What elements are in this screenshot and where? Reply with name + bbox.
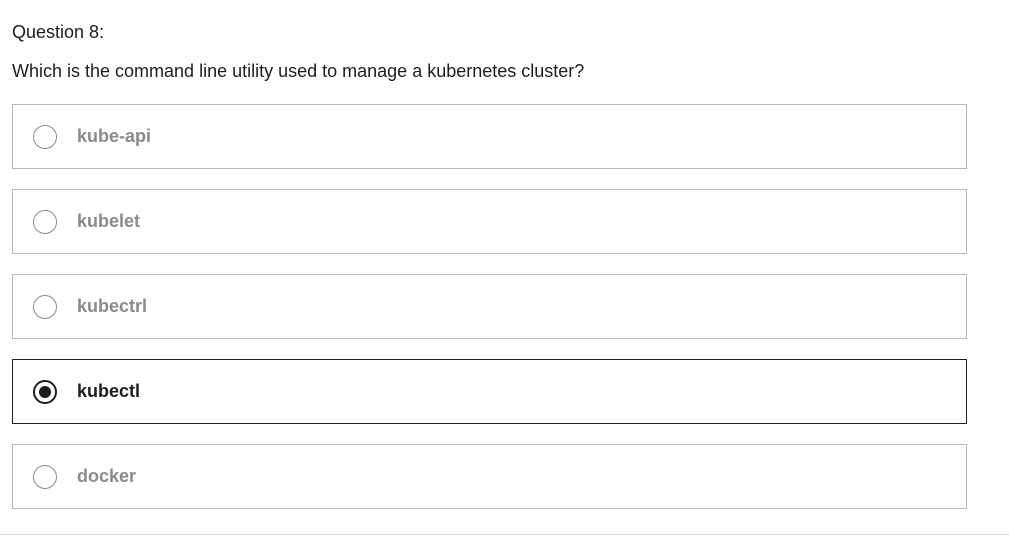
radio-button[interactable]	[33, 124, 57, 149]
radio-button[interactable]	[33, 464, 57, 489]
answer-option-kubelet[interactable]: kubelet	[12, 189, 967, 254]
answer-option-kube-api[interactable]: kube-api	[12, 104, 967, 169]
answer-option-label: kubectrl	[77, 296, 148, 316]
answer-option-docker[interactable]: docker	[12, 444, 967, 509]
question-text: Which is the command line utility used t…	[12, 61, 585, 81]
answer-option-label: kubelet	[77, 211, 141, 231]
answer-option-kubectl[interactable]: kubectl	[12, 359, 967, 424]
radio-button[interactable]	[33, 294, 57, 319]
answer-option-label: kube-api	[77, 126, 152, 146]
radio-button[interactable]	[33, 379, 57, 404]
answer-option-label: docker	[77, 466, 137, 486]
answer-option-label: kubectl	[77, 381, 141, 401]
answer-options: kube-api kubelet kubectrl kubectl docker	[12, 104, 967, 529]
answer-option-kubectrl[interactable]: kubectrl	[12, 274, 967, 339]
radio-button[interactable]	[33, 209, 57, 234]
question-number: Question 8:	[12, 22, 105, 42]
bottom-divider	[0, 534, 1009, 535]
radio-selected-dot	[39, 385, 51, 398]
